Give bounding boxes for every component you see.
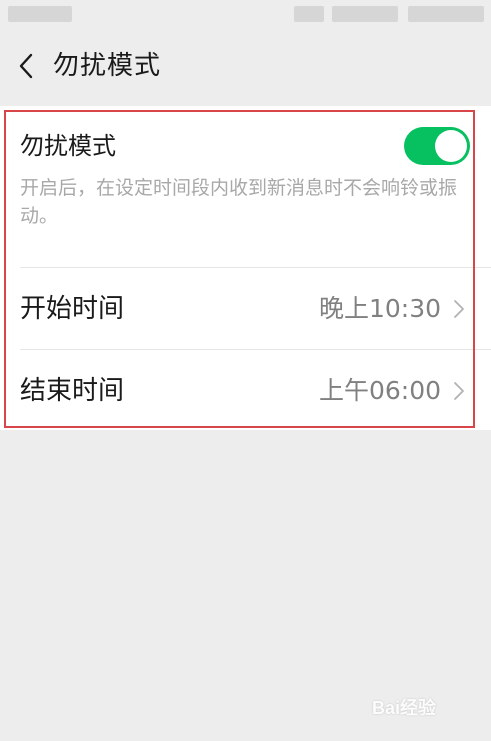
status-bar-icon-blur — [332, 6, 398, 22]
status-bar-icon-blur — [294, 6, 324, 22]
back-button[interactable] — [10, 50, 42, 82]
page-title: 勿扰模式 — [53, 51, 162, 81]
dnd-toggle-row: 勿扰模式 开启后，在设定时间段内收到新消息时不会响铃或振动。 — [0, 106, 491, 268]
dnd-description: 开启后，在设定时间段内收到新消息时不会响铃或振动。 — [20, 177, 458, 227]
status-bar — [0, 0, 491, 30]
end-time-label: 结束时间 — [20, 376, 125, 406]
chevron-right-icon — [449, 380, 469, 402]
start-time-value: 晚上10:30 — [318, 294, 441, 323]
toggle-knob — [435, 130, 467, 162]
watermark: Bai经验 — [372, 690, 482, 724]
end-time-value: 上午06:00 — [318, 376, 441, 405]
start-time-label: 开始时间 — [20, 294, 125, 324]
status-bar-left-blur — [8, 6, 72, 22]
end-time-row[interactable]: 结束时间 上午06:00 — [0, 350, 491, 432]
do-not-disturb-page: 勿扰模式 勿扰模式 开启后，在设定时间段内收到新消息时不会响铃或振动。 开始时间… — [0, 0, 491, 741]
status-bar-right-blur — [408, 6, 484, 22]
dnd-toggle-switch[interactable] — [404, 127, 470, 165]
dnd-label: 勿扰模式 — [20, 132, 116, 160]
watermark-text: Bai经验 — [372, 698, 437, 718]
start-time-row[interactable]: 开始时间 晚上10:30 — [0, 268, 491, 350]
nav-bar: 勿扰模式 — [0, 30, 491, 102]
chevron-right-icon — [449, 298, 469, 320]
chevron-left-icon — [19, 53, 33, 79]
